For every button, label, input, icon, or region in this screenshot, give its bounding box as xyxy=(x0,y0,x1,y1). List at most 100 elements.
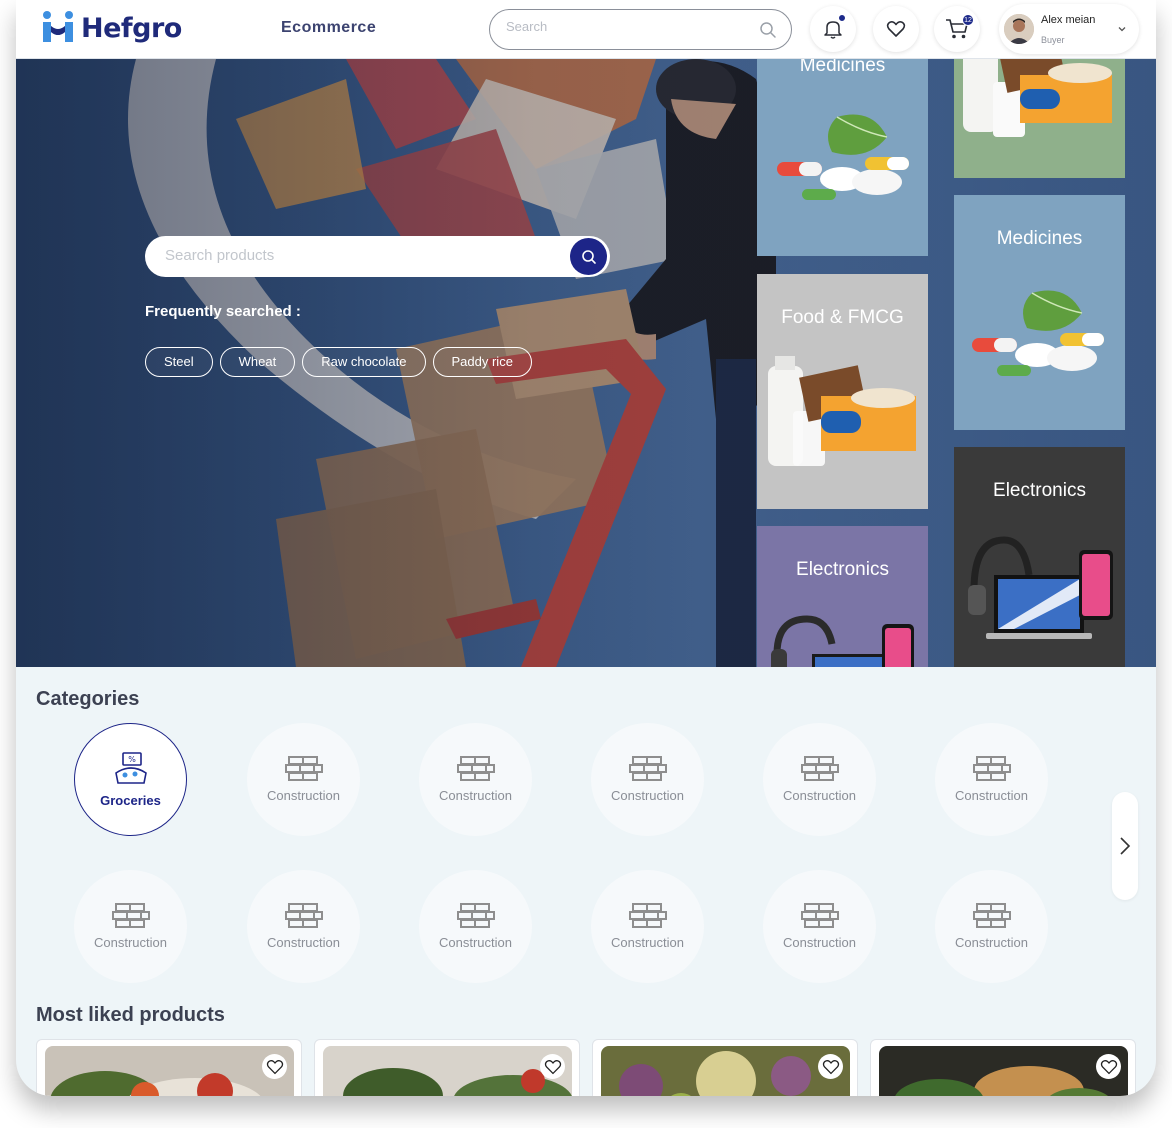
cart-badge: 12 xyxy=(962,14,974,26)
top-header: Hefgro Ecommerce Search 12 Alex meian Bu… xyxy=(16,0,1156,59)
product-card[interactable] xyxy=(870,1039,1136,1096)
product-image xyxy=(601,1046,850,1096)
product-image xyxy=(879,1046,1128,1096)
category-label: Construction xyxy=(611,935,684,950)
medicine-icon xyxy=(777,114,909,200)
category-construction[interactable]: Construction xyxy=(419,723,532,836)
heart-icon xyxy=(886,21,906,37)
avatar xyxy=(1004,14,1034,44)
most-liked-title: Most liked products xyxy=(36,1004,225,1026)
categories-next-button[interactable] xyxy=(1112,792,1138,900)
product-image xyxy=(323,1046,572,1096)
tile-medicines-2[interactable]: Medicines xyxy=(954,195,1125,430)
category-groceries[interactable]: % Groceries xyxy=(74,723,187,836)
hero-banner: Frequently searched : Steel Wheat Raw ch… xyxy=(16,59,1156,667)
product-card[interactable] xyxy=(36,1039,302,1096)
product-image xyxy=(45,1046,294,1096)
bricks-icon xyxy=(800,903,839,928)
category-construction[interactable]: Construction xyxy=(74,870,187,983)
category-construction[interactable]: Construction xyxy=(935,723,1048,836)
groceries-icon xyxy=(963,59,1112,137)
search-chips: Steel Wheat Raw chocolate Paddy rice xyxy=(145,347,532,377)
search-icon[interactable] xyxy=(759,21,777,39)
category-label: Construction xyxy=(267,788,340,803)
category-label: Groceries xyxy=(100,793,161,808)
category-label: Construction xyxy=(955,788,1028,803)
category-construction[interactable]: Construction xyxy=(247,870,360,983)
bricks-icon xyxy=(456,756,495,781)
frequently-searched-label: Frequently searched : xyxy=(145,303,301,320)
bricks-icon xyxy=(628,903,667,928)
tile-food-fmcg[interactable]: Food & FMCG xyxy=(757,274,928,509)
category-label: Construction xyxy=(94,935,167,950)
chevron-right-icon xyxy=(1120,837,1131,855)
search-submit-button[interactable] xyxy=(570,238,607,275)
search-chip[interactable]: Wheat xyxy=(219,347,296,377)
bricks-icon xyxy=(800,756,839,781)
product-like-button[interactable] xyxy=(1096,1054,1121,1079)
category-construction[interactable]: Construction xyxy=(935,870,1048,983)
logo-text: Hefgro xyxy=(81,12,182,44)
category-construction[interactable]: Construction xyxy=(591,870,704,983)
notification-dot xyxy=(838,14,846,22)
tile-label: Food & FMCG xyxy=(781,307,904,328)
category-construction[interactable]: Construction xyxy=(591,723,704,836)
search-icon xyxy=(581,249,596,264)
electronics-icon xyxy=(968,536,1113,639)
tile-electronics[interactable]: Electronics xyxy=(757,526,928,667)
logo-icon xyxy=(43,11,73,42)
notifications-button[interactable] xyxy=(810,6,856,52)
hero-search-bar[interactable] xyxy=(145,236,610,277)
product-card[interactable] xyxy=(592,1039,858,1096)
user-name: Alex meian xyxy=(1041,14,1096,26)
category-construction[interactable]: Construction xyxy=(247,723,360,836)
search-chip[interactable]: Raw chocolate xyxy=(302,347,426,377)
chevron-down-icon[interactable] xyxy=(1117,24,1127,34)
bricks-icon xyxy=(111,903,150,928)
app-frame: Hefgro Ecommerce Search 12 Alex meian Bu… xyxy=(16,0,1156,1096)
search-chip[interactable]: Steel xyxy=(145,347,213,377)
category-label: Construction xyxy=(783,788,856,803)
tile-label: Medicines xyxy=(799,59,886,76)
search-chip[interactable]: Paddy rice xyxy=(432,347,532,377)
electronics-icon xyxy=(771,615,914,667)
heart-icon xyxy=(1100,1059,1117,1074)
product-like-button[interactable] xyxy=(262,1054,287,1079)
medicine-icon xyxy=(972,290,1104,376)
svg-text:%: % xyxy=(128,755,136,764)
groceries-icon xyxy=(768,356,916,466)
category-label: Construction xyxy=(267,935,340,950)
wishlist-button[interactable] xyxy=(873,6,919,52)
groceries-icon: % xyxy=(114,752,147,784)
heart-icon xyxy=(544,1059,561,1074)
category-construction[interactable]: Construction xyxy=(763,870,876,983)
category-label: Construction xyxy=(955,935,1028,950)
category-label: Construction xyxy=(783,935,856,950)
tile-label: Electronics xyxy=(993,480,1086,501)
bricks-icon xyxy=(456,903,495,928)
user-menu[interactable]: Alex meian Buyer xyxy=(999,4,1139,54)
tile-medicines[interactable]: Medicines xyxy=(757,59,928,256)
category-label: Construction xyxy=(611,788,684,803)
bricks-icon xyxy=(284,756,323,781)
categories-title: Categories xyxy=(36,688,140,710)
nav-title-ecommerce[interactable]: Ecommerce xyxy=(281,19,376,37)
bricks-icon xyxy=(628,756,667,781)
bricks-icon xyxy=(972,756,1011,781)
product-card[interactable] xyxy=(314,1039,580,1096)
bricks-icon xyxy=(284,903,323,928)
tile-electronics-2[interactable]: Electronics xyxy=(954,447,1125,667)
product-search-input[interactable] xyxy=(165,247,545,264)
tile-food-fmcg-top[interactable] xyxy=(954,59,1125,178)
category-label: Construction xyxy=(439,788,512,803)
category-construction[interactable]: Construction xyxy=(419,870,532,983)
logo[interactable]: Hefgro xyxy=(41,10,182,46)
category-label: Construction xyxy=(439,935,512,950)
product-like-button[interactable] xyxy=(818,1054,843,1079)
cart-button[interactable]: 12 xyxy=(934,6,980,52)
category-construction[interactable]: Construction xyxy=(763,723,876,836)
product-like-button[interactable] xyxy=(540,1054,565,1079)
bricks-icon xyxy=(972,903,1011,928)
header-search-input[interactable] xyxy=(506,19,746,34)
header-search[interactable] xyxy=(489,9,792,50)
